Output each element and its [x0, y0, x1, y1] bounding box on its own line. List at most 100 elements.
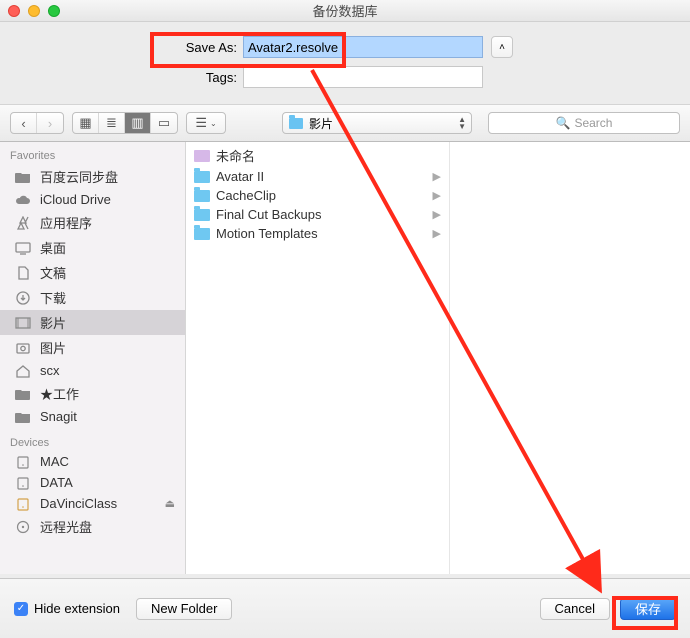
file-item[interactable]: 未命名	[186, 144, 449, 167]
saveas-label: Save As:	[177, 40, 237, 55]
clip-icon	[194, 150, 210, 162]
sidebar-item-label: ★工作	[40, 384, 79, 403]
search-icon: 🔍	[556, 116, 571, 130]
toolbar: ‹ › ▦ ≣ ▥ ▭ ☰⌄ 影片 ▲▼ 🔍 Search	[0, 104, 690, 142]
view-coverflow-button[interactable]: ▭	[151, 113, 177, 133]
chevron-right-icon: ▶	[433, 227, 441, 240]
sidebar-item-桌面[interactable]: 桌面	[0, 235, 185, 260]
hide-extension-label: Hide extension	[34, 601, 120, 616]
file-name: Avatar II	[216, 169, 264, 184]
columns-icon: ▥	[131, 115, 143, 131]
nav-back-forward: ‹ ›	[10, 112, 64, 134]
sidebar-item-label: 下载	[40, 288, 66, 307]
checkbox-checked-icon: ✓	[14, 602, 28, 616]
cancel-button[interactable]: Cancel	[540, 598, 610, 620]
save-button[interactable]: 保存	[620, 598, 676, 620]
view-columns-button[interactable]: ▥	[125, 113, 151, 133]
list-icon: ≣	[106, 115, 117, 131]
sidebar-item-应用程序[interactable]: 应用程序	[0, 210, 185, 235]
hide-extension-checkbox[interactable]: ✓ Hide extension	[14, 601, 120, 616]
sidebar-favorites-header: Favorites	[0, 146, 185, 164]
saveas-input[interactable]	[243, 36, 483, 58]
file-name: Motion Templates	[216, 226, 318, 241]
sidebar-device-DaVinciClass[interactable]: DaVinciClass ⏏	[0, 493, 185, 514]
folder-icon	[289, 118, 303, 129]
eject-icon[interactable]: ⏏	[165, 497, 175, 510]
sidebar-item-label: Snagit	[40, 409, 77, 424]
sidebar-item-★工作[interactable]: ★工作	[0, 381, 185, 406]
file-name: 未命名	[216, 146, 255, 165]
path-popup[interactable]: 影片 ▲▼	[282, 112, 472, 134]
disk-ext-icon	[14, 497, 32, 511]
desktop-icon	[14, 241, 32, 255]
sidebar-item-label: DATA	[40, 475, 73, 490]
updown-icon: ▲▼	[458, 116, 465, 130]
sidebar-item-label: 图片	[40, 338, 66, 357]
sidebar-item-label: DaVinciClass	[40, 496, 117, 511]
sidebar-item-文稿[interactable]: 文稿	[0, 260, 185, 285]
chevron-down-icon: ⌄	[210, 119, 217, 128]
file-column-2	[450, 142, 690, 574]
browser-body: Favorites 百度云同步盘 iCloud Drive 应用程序桌面文稿下载影片…	[0, 142, 690, 574]
sidebar-item-label: iCloud Drive	[40, 192, 111, 207]
file-item[interactable]: Final Cut Backups▶	[186, 205, 449, 224]
collapse-dialog-button[interactable]: ˄	[491, 36, 513, 58]
sidebar-item-label: scx	[40, 363, 60, 378]
sidebar-item-百度云同步盘[interactable]: 百度云同步盘	[0, 164, 185, 189]
chevron-right-icon: ▶	[433, 189, 441, 202]
sidebar-device-MAC[interactable]: MAC	[0, 451, 185, 472]
new-folder-button[interactable]: New Folder	[136, 598, 232, 620]
movies-icon	[14, 316, 32, 330]
sidebar: Favorites 百度云同步盘 iCloud Drive 应用程序桌面文稿下载影片…	[0, 142, 186, 574]
grid-icon: ▦	[79, 115, 91, 131]
sidebar-devices-header: Devices	[0, 433, 185, 451]
folder-icon	[194, 171, 210, 183]
folder-icon	[14, 387, 32, 401]
folder-icon	[194, 228, 210, 240]
nav-back-button[interactable]: ‹	[11, 113, 37, 133]
sidebar-item-scx[interactable]: scx	[0, 360, 185, 381]
sidebar-item-label: 桌面	[40, 238, 66, 257]
search-field[interactable]: 🔍 Search	[488, 112, 680, 134]
sidebar-item-影片[interactable]: 影片	[0, 310, 185, 335]
folder-icon	[14, 170, 32, 184]
path-label: 影片	[309, 115, 333, 132]
home-icon	[14, 364, 32, 378]
sidebar-item-label: MAC	[40, 454, 69, 469]
remote-disc-icon	[14, 520, 32, 534]
sidebar-item-下载[interactable]: 下载	[0, 285, 185, 310]
disk-icon	[14, 476, 32, 490]
pictures-icon	[14, 341, 32, 355]
file-item[interactable]: Avatar II ▶	[186, 167, 449, 186]
nav-forward-button[interactable]: ›	[37, 113, 63, 133]
file-name: CacheClip	[216, 188, 276, 203]
file-item[interactable]: CacheClip ▶	[186, 186, 449, 205]
cloud-icon	[14, 193, 32, 207]
file-item[interactable]: Motion Templates ▶	[186, 224, 449, 243]
arrange-menu[interactable]: ☰⌄	[186, 112, 226, 134]
view-mode-segment: ▦ ≣ ▥ ▭	[72, 112, 178, 134]
downloads-icon	[14, 291, 32, 305]
view-list-button[interactable]: ≣	[99, 113, 125, 133]
view-icons-button[interactable]: ▦	[73, 113, 99, 133]
sidebar-item-label: 文稿	[40, 263, 66, 282]
sidebar-item-label: 远程光盘	[40, 517, 92, 536]
docs-icon	[14, 266, 32, 280]
sidebar-item-iCloud Drive[interactable]: iCloud Drive	[0, 189, 185, 210]
sidebar-device-DATA[interactable]: DATA	[0, 472, 185, 493]
sidebar-item-图片[interactable]: 图片	[0, 335, 185, 360]
chevron-right-icon: ▶	[433, 170, 441, 183]
folder-icon	[194, 209, 210, 221]
tags-input[interactable]	[243, 66, 483, 88]
sidebar-item-Snagit[interactable]: Snagit	[0, 406, 185, 427]
apps-icon	[14, 216, 32, 230]
file-name: Final Cut Backups	[216, 207, 322, 222]
sidebar-device-远程光盘[interactable]: 远程光盘	[0, 514, 185, 539]
chevron-up-icon: ˄	[499, 42, 505, 53]
tags-label: Tags:	[177, 70, 237, 85]
file-column-1: 未命名 Avatar II ▶ CacheClip ▶ Final Cut Backups…	[186, 142, 450, 574]
folder-icon	[14, 410, 32, 424]
sidebar-item-label: 百度云同步盘	[40, 167, 118, 186]
save-form: Save As: ˄ Tags:	[0, 22, 690, 104]
coverflow-icon: ▭	[158, 115, 170, 131]
